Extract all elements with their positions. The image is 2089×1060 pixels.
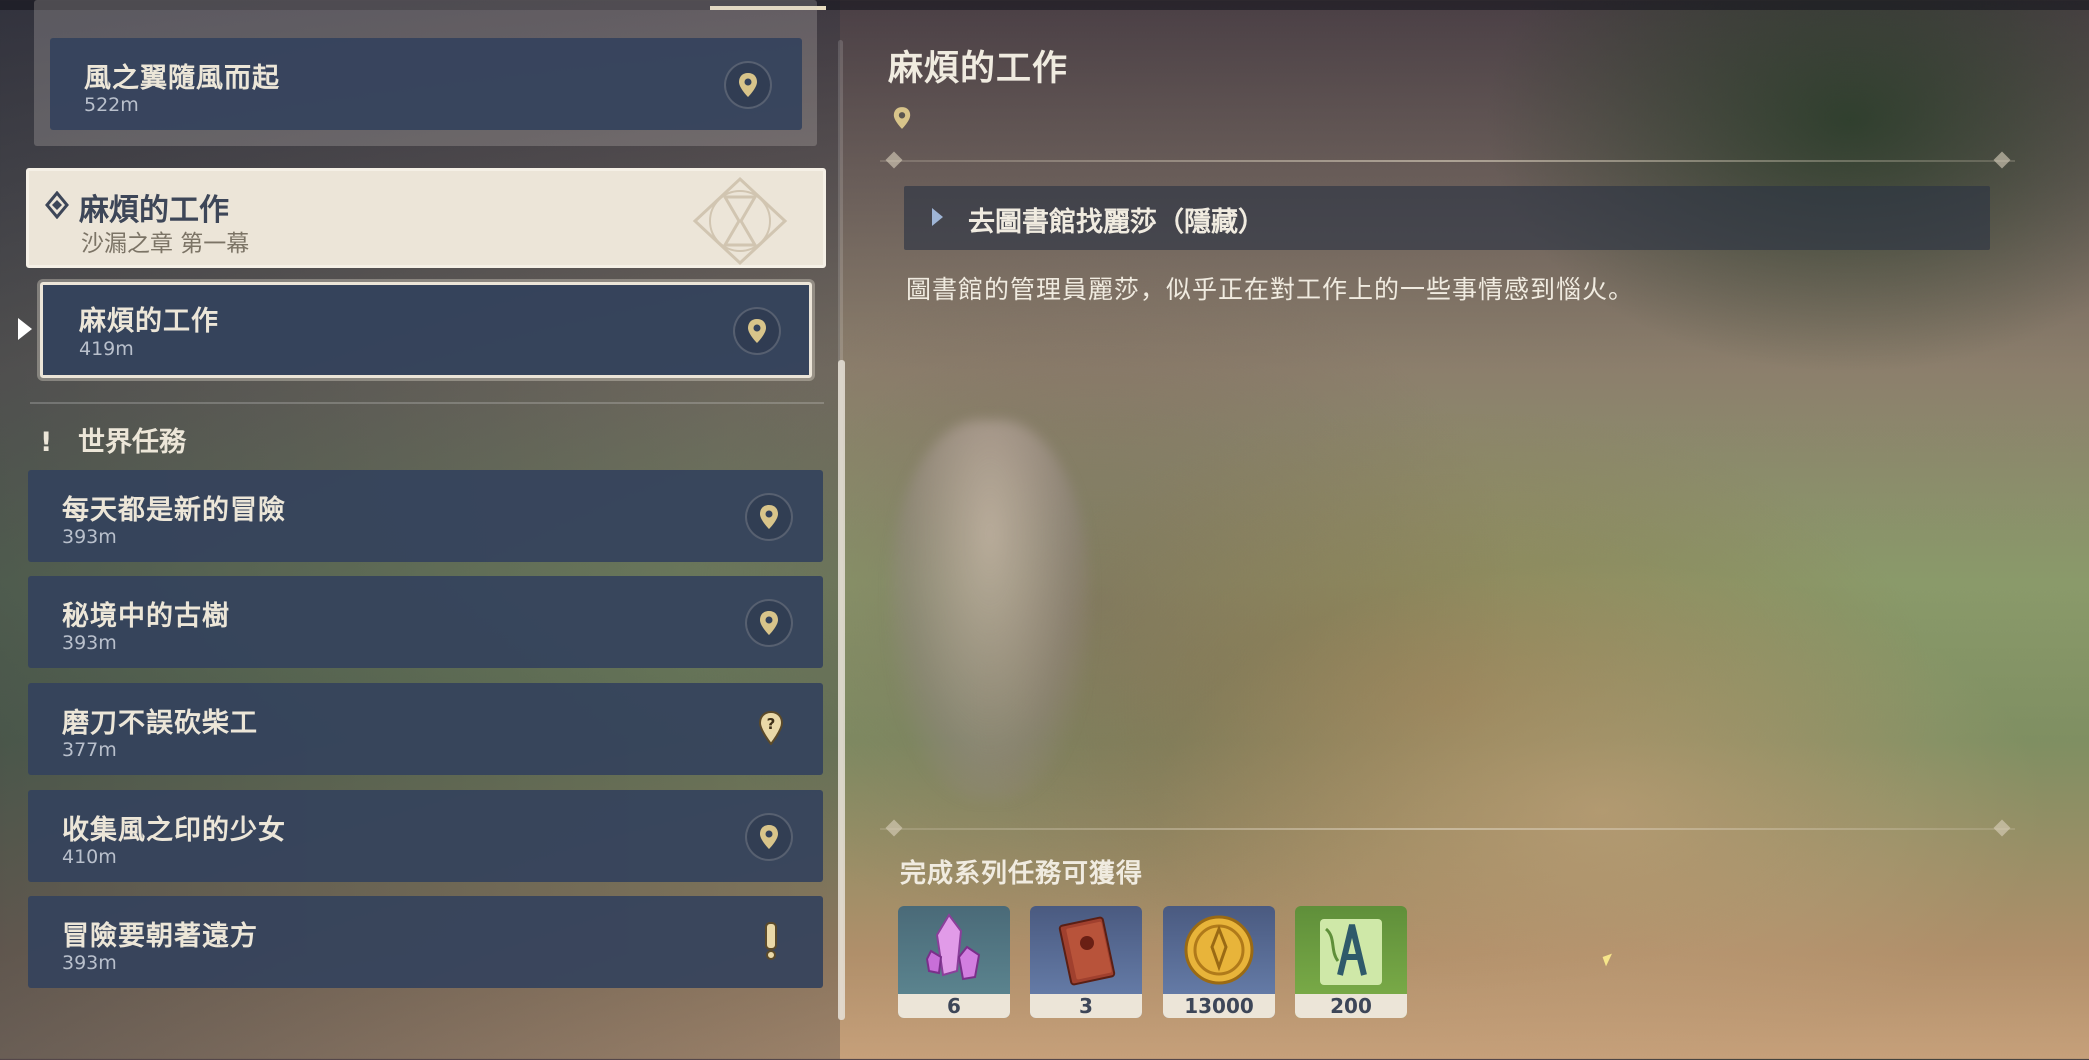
quest-title: 磨刀不誤砍柴工 <box>62 708 258 739</box>
map-pin-icon[interactable] <box>733 307 781 355</box>
quest-distance: 393m <box>62 632 117 654</box>
quest-title: 每天都是新的冒險 <box>62 495 286 526</box>
world-quests-section-header: ! 世界任務 <box>40 420 186 459</box>
quest-title: 秘境中的古樹 <box>62 601 230 632</box>
primogem-crystal-icon <box>898 906 1010 994</box>
exclamation-icon: ! <box>40 427 53 458</box>
quest-title: 收集風之印的少女 <box>62 815 286 846</box>
detail-location-icon[interactable] <box>892 106 912 130</box>
quest-distance: 522m <box>84 94 139 116</box>
quest-distance: 419m <box>79 338 134 360</box>
quest-series-title: 麻煩的工作 <box>79 193 229 228</box>
quest-card-wings[interactable]: 風之翼隨風而起 522m <box>50 38 802 130</box>
reward-count: 200 <box>1295 994 1407 1018</box>
quest-card-world-3[interactable]: 磨刀不誤砍柴工 377m ? <box>28 683 823 775</box>
svg-text:?: ? <box>767 715 776 733</box>
quest-card-world-4[interactable]: 收集風之印的少女 410m <box>28 790 823 882</box>
quest-distance: 377m <box>62 739 117 761</box>
reward-mora[interactable]: 13000 <box>1163 906 1275 1018</box>
quest-diamond-icon <box>45 191 69 219</box>
list-scrollbar-thumb[interactable] <box>838 360 845 1020</box>
chevron-right-icon <box>932 208 943 226</box>
map-pin-icon[interactable] <box>745 813 793 861</box>
reward-count: 13000 <box>1163 994 1275 1018</box>
map-pin-icon[interactable] <box>745 599 793 647</box>
quest-card-selected[interactable]: 麻煩的工作 419m <box>40 282 812 378</box>
ornament-divider-bottom <box>880 828 2015 830</box>
quest-question-icon[interactable]: ? <box>749 706 793 750</box>
quest-title: 麻煩的工作 <box>79 306 219 337</box>
reward-primogem[interactable]: 6 <box>898 906 1010 1018</box>
section-label: 世界任務 <box>78 427 186 458</box>
quest-card-world-2[interactable]: 秘境中的古樹 393m <box>28 576 823 668</box>
quest-distance: 410m <box>62 846 117 868</box>
ornament-divider-top <box>880 160 2015 162</box>
ornament-diamond <box>885 819 903 837</box>
map-pin-icon[interactable] <box>724 61 772 109</box>
quest-card-world-1[interactable]: 每天都是新的冒險 393m <box>28 470 823 562</box>
quest-card-world-5[interactable]: 冒險要朝著遠方 393m <box>28 896 823 988</box>
section-divider <box>30 402 824 404</box>
background-character <box>890 420 1090 800</box>
background-path <box>1150 560 2050 1060</box>
quest-description: 圖書館的管理員麗莎，似乎正在對工作上的一些事情感到惱火。 <box>906 275 1635 304</box>
adventure-exp-icon <box>1295 906 1407 994</box>
ornament-diamond <box>885 151 903 169</box>
reward-heros-wit[interactable]: 3 <box>1030 906 1142 1018</box>
quest-distance: 393m <box>62 952 117 974</box>
heros-wit-book-icon <box>1030 906 1142 994</box>
reward-count: 3 <box>1030 994 1142 1018</box>
quest-step-row[interactable]: 去圖書館找麗莎（隱藏） <box>904 186 1990 250</box>
hourglass-emblem-icon <box>692 176 788 266</box>
quest-distance: 393m <box>62 526 117 548</box>
reward-label: 完成系列任務可獲得 <box>900 859 1144 889</box>
map-pin-icon[interactable] <box>745 493 793 541</box>
quest-series-header[interactable]: 麻煩的工作 沙漏之章 第一幕 <box>26 168 826 268</box>
selection-arrow-icon <box>18 318 32 340</box>
quest-series-chapter: 沙漏之章 第一幕 <box>81 231 250 257</box>
quest-step-text: 去圖書館找麗莎（隱藏） <box>968 207 1265 238</box>
detail-title: 麻煩的工作 <box>888 49 1069 89</box>
quest-title: 風之翼隨風而起 <box>84 63 280 94</box>
quest-exclamation-icon[interactable] <box>749 919 793 963</box>
reward-adventure-exp[interactable]: 200 <box>1295 906 1407 1018</box>
reward-count: 6 <box>898 994 1010 1018</box>
mora-coin-icon <box>1163 906 1275 994</box>
ornament-diamond <box>1993 151 2011 169</box>
quest-title: 冒險要朝著遠方 <box>62 921 258 952</box>
